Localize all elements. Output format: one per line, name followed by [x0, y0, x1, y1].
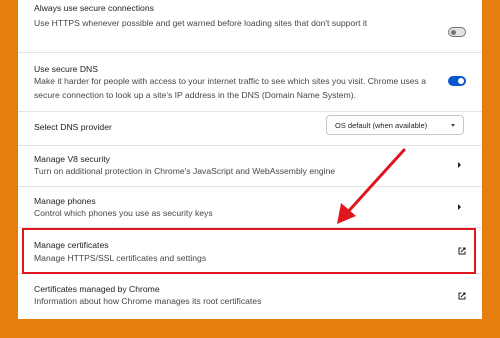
annotation-arrow-icon — [337, 148, 406, 224]
